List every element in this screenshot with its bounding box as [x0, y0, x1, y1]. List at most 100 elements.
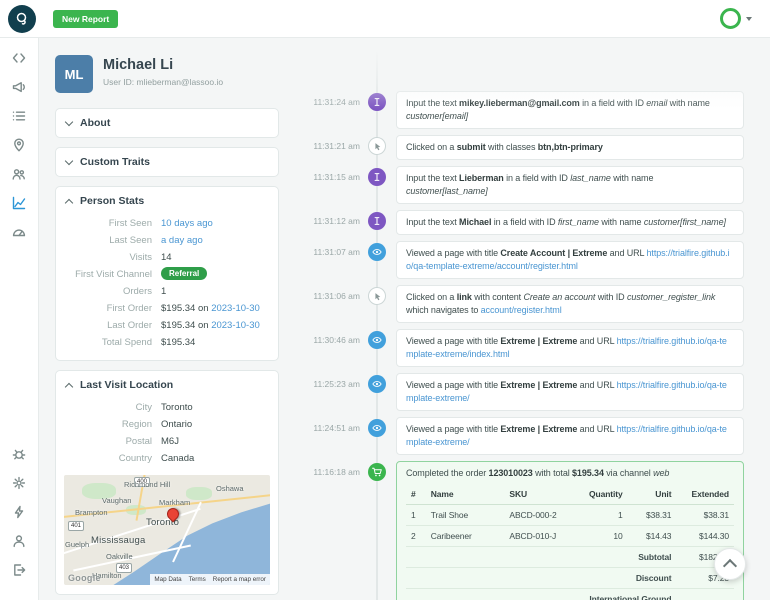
scroll-to-top-button[interactable] — [714, 548, 746, 580]
last-visit-location-card: Last Visit Location City Toronto Region … — [55, 370, 279, 595]
location-row-postal: Postal M6J — [66, 433, 268, 450]
app-logo[interactable] — [8, 4, 36, 33]
nav-settings-icon[interactable] — [10, 474, 28, 492]
country-value: Canada — [161, 453, 195, 464]
icon-rail — [0, 37, 39, 600]
timeline-event-order: 11:16:18 am Completed the order 12301002… — [304, 461, 744, 600]
nav-sign-out-icon[interactable] — [10, 561, 28, 579]
map-label: Brampton — [75, 508, 108, 517]
event-text-segment: customer_register_link — [626, 292, 716, 302]
event-card: Viewed a page with title Extreme | Extre… — [396, 373, 744, 411]
person-stats-body: First Seen 10 days ago Last Seen a day a… — [56, 215, 278, 360]
col-extended: Extended — [676, 485, 734, 505]
event-description: Input the text Michael in a field with I… — [406, 216, 734, 229]
map-label: Vaughan — [102, 496, 132, 505]
event-card: Clicked on a link with content Create an… — [396, 285, 744, 323]
first-order-date-link[interactable]: 2023-10-30 — [211, 303, 260, 314]
nav-location-icon[interactable] — [10, 136, 28, 154]
event-text-segment: Extreme | Extreme — [500, 336, 578, 346]
event-description: Clicked on a link with content Create an… — [406, 291, 734, 317]
event-text-segment: web — [653, 468, 670, 478]
event-text-segment: via channel — [603, 468, 654, 478]
event-text-segment: Viewed a page with title — [406, 248, 501, 258]
event-text-segment: Lieberman — [459, 173, 504, 183]
event-text-segment: which navigates to — [406, 305, 481, 315]
map-label: Mississauga — [91, 535, 146, 546]
event-text-segment: Clicked on a — [406, 142, 457, 152]
stat-label: Last Order — [107, 320, 152, 331]
event-card: Input the text mikey.lieberman@gmail.com… — [396, 91, 744, 129]
orders-value: 1 — [161, 286, 167, 297]
event-text-segment: with name — [667, 98, 710, 108]
col-number: # — [406, 485, 426, 505]
avatar: ML — [55, 55, 93, 93]
postal-value: M6J — [161, 436, 179, 447]
col-sku: SKU — [504, 485, 579, 505]
event-text-segment: in a field with ID — [491, 217, 558, 227]
event-text-segment: mikey.lieberman@gmail.com — [459, 98, 580, 108]
region-value: Ontario — [161, 419, 193, 430]
location-body: City Toronto Region Ontario Postal M6J C… — [56, 399, 278, 594]
nav-list-icon[interactable] — [10, 107, 28, 125]
nav-code-icon[interactable] — [10, 49, 28, 67]
event-card: Input the text Lieberman in a field with… — [396, 166, 744, 204]
timeline-event: 11:25:23 am Viewed a page with title Ext… — [304, 373, 744, 411]
account-status-icon — [720, 8, 741, 29]
event-time: 11:31:21 am — [313, 141, 360, 151]
stat-row-total-spend: Total Spend $195.34 — [66, 334, 268, 351]
event-card: Clicked on a submit with classes btn,btn… — [396, 135, 744, 160]
about-card-header[interactable]: About — [56, 109, 278, 137]
nav-megaphone-icon[interactable] — [10, 78, 28, 96]
event-card: Viewed a page with title Create Account … — [396, 241, 744, 279]
city-value: Toronto — [161, 402, 193, 413]
chevron-down-icon — [746, 16, 752, 21]
event-text-segment: Clicked on a — [406, 292, 457, 302]
event-text-segment: Input the text — [406, 98, 460, 108]
person-stats-card: Person Stats First Seen 10 days ago Last… — [55, 186, 279, 361]
nav-lightning-icon[interactable] — [10, 503, 28, 521]
location-row-country: Country Canada — [66, 450, 268, 467]
event-time: 11:31:15 am — [313, 172, 360, 182]
activity-timeline[interactable]: 11:31:24 am Input the text mikey.lieberm… — [298, 37, 770, 600]
top-bar: New Report — [0, 0, 770, 38]
location-row-region: Region Ontario — [66, 416, 268, 433]
last-order-amount: $195.34 on — [161, 320, 209, 331]
col-quantity: Quantity — [578, 485, 628, 505]
location-card-header[interactable]: Last Visit Location — [56, 371, 278, 399]
terms-link[interactable]: Terms — [189, 576, 206, 583]
first-seen-link[interactable]: 10 days ago — [161, 218, 213, 229]
last-order-date-link[interactable]: 2023-10-30 — [211, 320, 260, 331]
person-name: Michael Li — [103, 57, 174, 73]
event-text-segment: last_name — [570, 173, 611, 183]
custom-traits-card-header[interactable]: Custom Traits — [56, 148, 278, 176]
person-stats-card-header[interactable]: Person Stats — [56, 187, 278, 215]
custom-traits-title: Custom Traits — [80, 156, 151, 168]
event-description: Viewed a page with title Create Account … — [406, 247, 734, 273]
account-menu[interactable] — [720, 8, 752, 29]
nav-bug-icon[interactable] — [10, 445, 28, 463]
event-card: Viewed a page with title Extreme | Extre… — [396, 417, 744, 455]
timeline-event: 11:24:51 am Viewed a page with title Ext… — [304, 417, 744, 455]
nav-audience-icon[interactable] — [10, 165, 28, 183]
google-logo: Google — [68, 573, 101, 583]
event-time: 11:24:51 am — [313, 423, 360, 433]
event-card: Viewed a page with title Extreme | Extre… — [396, 329, 744, 367]
last-seen-link[interactable]: a day ago — [161, 235, 203, 246]
chevron-up-icon — [64, 382, 74, 391]
event-text-segment: customer[first_name] — [643, 217, 726, 227]
location-title: Last Visit Location — [80, 379, 174, 391]
nav-analytics-icon[interactable] — [10, 194, 28, 212]
report-map-error-link[interactable]: Report a map error — [213, 576, 266, 583]
event-link[interactable]: account/register.html — [481, 305, 562, 315]
map[interactable]: 400 401 403 Richmond Hill Oshawa Vaughan… — [64, 475, 270, 585]
event-text-segment: Completed the order — [406, 468, 489, 478]
col-unit: Unit — [627, 485, 677, 505]
new-report-button[interactable]: New Report — [53, 9, 119, 28]
highway-badge: 401 — [68, 521, 85, 531]
map-label: Oshawa — [216, 484, 244, 493]
nav-gauge-icon[interactable] — [10, 223, 28, 241]
nav-user-icon[interactable] — [10, 532, 28, 550]
map-data-label: Map Data — [154, 576, 182, 583]
person-stats-title: Person Stats — [80, 195, 145, 207]
timeline-event: 11:31:06 am Clicked on a link with conte… — [304, 285, 744, 323]
